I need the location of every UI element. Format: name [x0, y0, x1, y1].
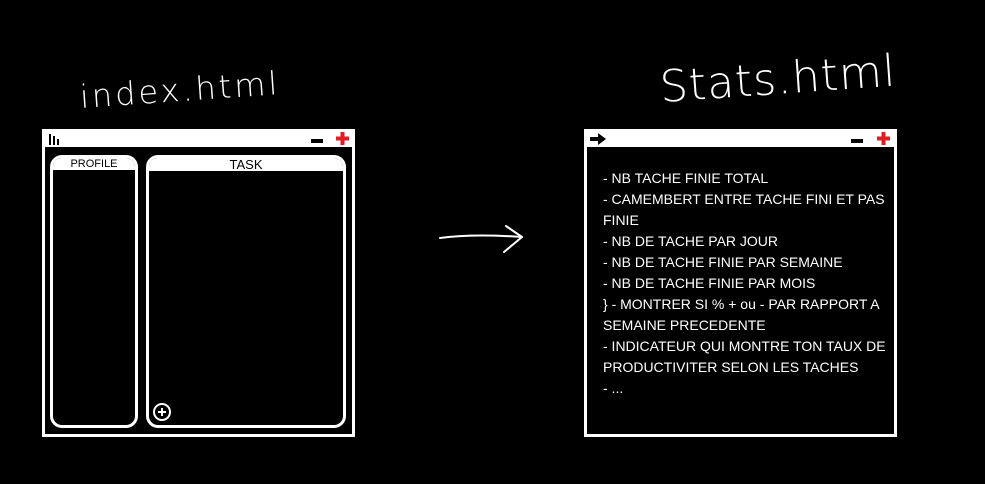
stats-list-item: } - MONTRER SI % + ou - PAR RAPPORT A SE…: [603, 296, 879, 333]
profile-panel-label: PROFILE: [53, 158, 135, 170]
stats-titlebar: [587, 132, 894, 147]
stats-window: - NB TACHE FINIE TOTAL - CAMEMBERT ENTRE…: [584, 129, 897, 437]
back-arrow-icon[interactable]: [590, 133, 606, 145]
stats-list-item: - CAMEMBERT ENTRE TACHE FINI ET PAS FINI…: [603, 191, 885, 228]
stats-list-item: - NB DE TACHE FINIE PAR MOIS: [603, 275, 816, 291]
stats-title-label: Stats.html: [658, 45, 898, 113]
minimize-icon[interactable]: [311, 139, 323, 143]
stats-list-item: - NB DE TACHE FINIE PAR SEMAINE: [603, 254, 843, 270]
index-title-label: index.html: [78, 64, 282, 116]
index-titlebar: [45, 132, 352, 147]
stats-list-item: - NB DE TACHE PAR JOUR: [603, 233, 779, 249]
task-panel-label: TASK: [149, 158, 343, 172]
bar-chart-icon[interactable]: [48, 133, 62, 145]
arrow-right-icon: [439, 225, 523, 253]
plus-circle-icon[interactable]: [153, 403, 171, 421]
minimize-icon[interactable]: [851, 139, 863, 143]
stats-list-item: - NB TACHE FINIE TOTAL: [603, 170, 769, 186]
stats-list-item: - ...: [603, 380, 624, 396]
profile-panel: PROFILE: [50, 155, 138, 428]
red-cross-icon[interactable]: [336, 132, 349, 145]
stats-list: - NB TACHE FINIE TOTAL - CAMEMBERT ENTRE…: [603, 168, 888, 399]
index-window: PROFILE TASK: [42, 129, 355, 437]
task-panel: TASK: [146, 155, 346, 428]
red-cross-icon[interactable]: [877, 132, 890, 145]
stats-list-item: - INDICATEUR QUI MONTRE TON TAUX DE PROD…: [603, 338, 886, 375]
